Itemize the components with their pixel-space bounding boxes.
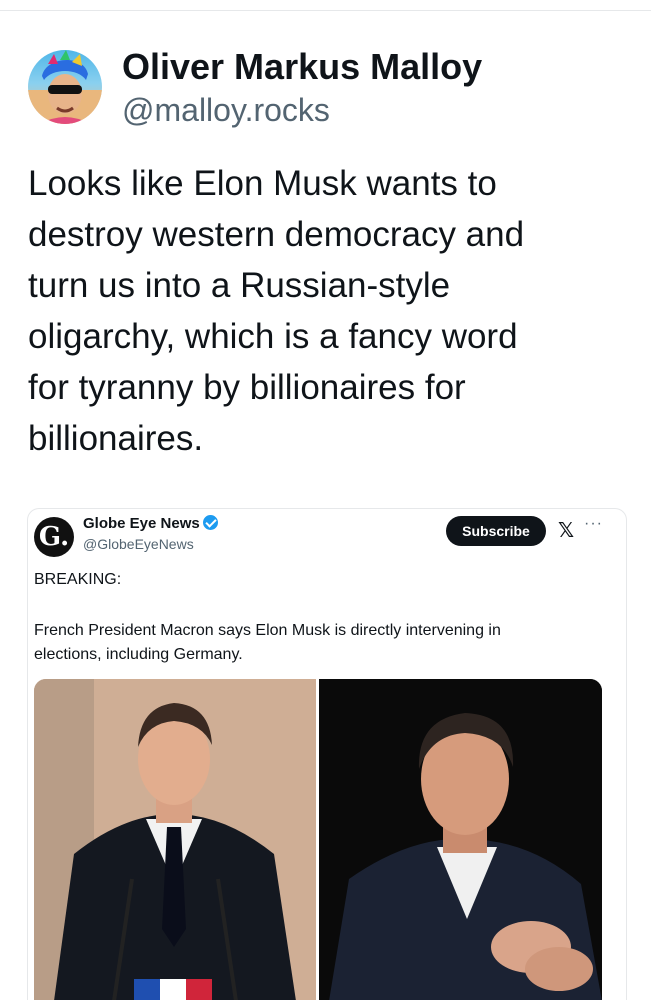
embedded-post-image[interactable]: G. Globe Eye News @GlobeEyeNews Subscrib… (27, 508, 627, 1000)
post-text-line: turn us into a Russian-style (28, 266, 451, 305)
photo-macron (34, 679, 316, 1000)
photo-musk (319, 679, 602, 1000)
verified-badge-icon (202, 515, 218, 530)
author-avatar[interactable] (28, 50, 102, 124)
photo-musk-drawing (319, 679, 602, 1000)
top-divider (0, 10, 651, 11)
globe-eye-logo: G. (34, 517, 74, 557)
post-text-line: for tyranny by billionaires for (28, 368, 466, 407)
embed-headline-line: French President Macron says Elon Musk i… (34, 622, 501, 639)
more-options-icon: ··· (584, 515, 603, 532)
avatar-image (28, 50, 102, 124)
post-text-line: destroy western democracy and (28, 215, 525, 254)
post-text-line: oligarchy, which is a fancy word (28, 317, 518, 356)
post-text-line: billionaires. (28, 419, 204, 458)
embed-headline-line: elections, including Germany. (34, 646, 243, 663)
embed-account-name-text: Globe Eye News (83, 515, 200, 532)
x-logo-icon: 𝕏 (558, 520, 575, 542)
photo-macron-drawing (34, 679, 316, 1000)
subscribe-button: Subscribe (446, 516, 546, 546)
post-text: Looks like Elon Musk wants to destroy we… (28, 158, 628, 464)
author-name[interactable]: Oliver Markus Malloy (122, 46, 482, 88)
embed-account-handle: @GlobeEyeNews (83, 536, 194, 552)
embed-headline: French President Macron says Elon Musk i… (34, 619, 614, 667)
post-text-line: Looks like Elon Musk wants to (28, 164, 497, 203)
breaking-label: BREAKING: (34, 571, 122, 588)
author-handle[interactable]: @malloy.rocks (122, 92, 330, 129)
embed-account-name: Globe Eye News (83, 515, 218, 532)
post: Oliver Markus Malloy @malloy.rocks Looks… (0, 0, 651, 1000)
embed-photos (34, 679, 602, 1000)
